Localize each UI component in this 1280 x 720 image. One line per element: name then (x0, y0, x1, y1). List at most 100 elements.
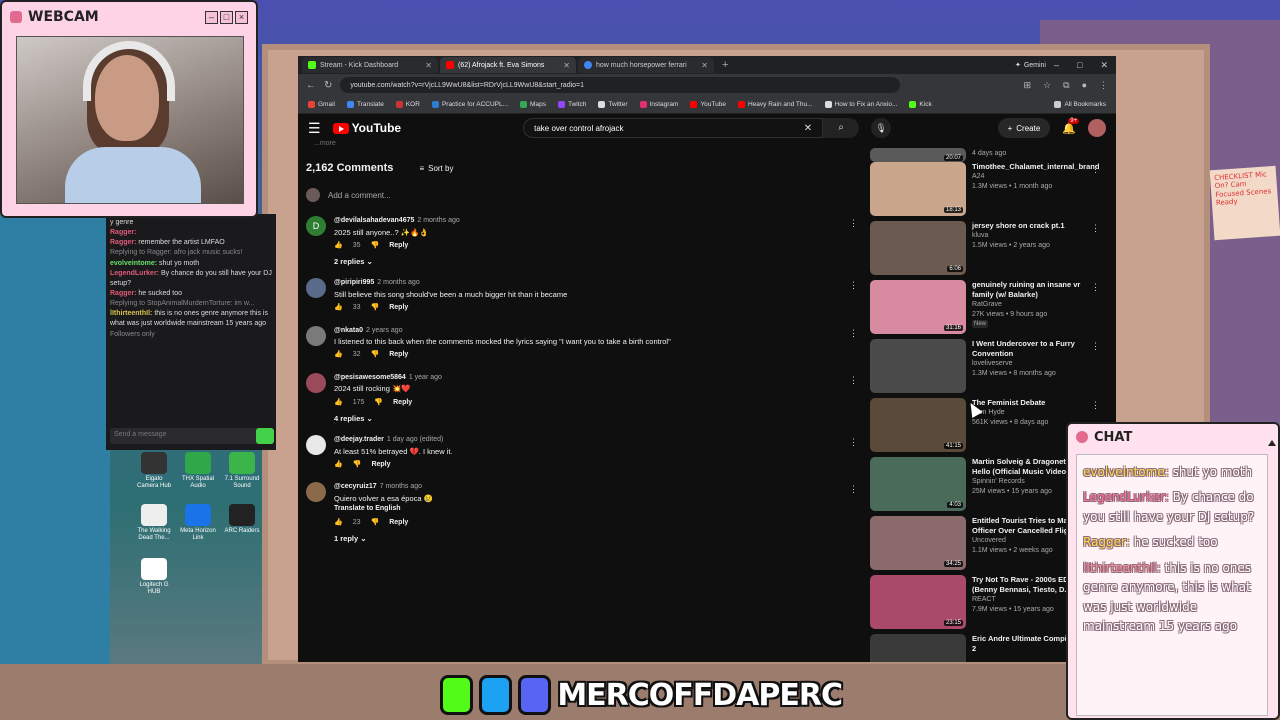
comment-menu-icon[interactable]: ⋮ (849, 437, 858, 448)
tab-close-icon[interactable]: ✕ (563, 61, 570, 70)
rec-thumbnail[interactable] (870, 339, 966, 393)
rec-menu-icon[interactable]: ⋮ (1091, 282, 1100, 293)
install-icon[interactable]: ⊞ (1024, 80, 1032, 91)
rec-title[interactable]: The Feminist Debate (972, 398, 1090, 408)
reply-button[interactable]: Reply (389, 518, 408, 529)
translate-link[interactable]: Translate to English (334, 504, 433, 515)
comment-avatar[interactable]: D (306, 216, 326, 236)
bookmark[interactable]: Heavy Rain and Thu... (737, 101, 813, 108)
comment-time[interactable]: 7 months ago (380, 483, 422, 490)
reload-icon[interactable]: ↻ (324, 80, 332, 91)
avatar[interactable] (1088, 119, 1106, 137)
dislike-icon[interactable]: 👎 (371, 303, 380, 314)
tab-kick-dashboard[interactable]: Stream - Kick Dashboard ✕ (302, 57, 438, 73)
bookmark[interactable]: Kick (909, 101, 932, 108)
dislike-icon[interactable]: 👎 (374, 398, 383, 409)
view-replies-button[interactable]: 4 replies ⌄ (334, 414, 858, 423)
description-more-link[interactable]: ...more (314, 140, 336, 147)
minimize-button[interactable]: – (1054, 60, 1059, 71)
desktop-icon[interactable]: Elgato Camera Hub (134, 452, 174, 490)
close-button[interactable]: ✕ (1100, 60, 1108, 71)
desktop-icon[interactable]: ARC Raiders (222, 504, 262, 535)
rec-channel[interactable]: Sam Hyde (972, 408, 1090, 417)
rec-title[interactable]: Timothee_Chalamet_internal_brand_marketi… (972, 162, 1100, 172)
desktop-icon[interactable]: Meta Horizon Link (178, 504, 218, 542)
comment-time[interactable]: 2 months ago (377, 279, 419, 286)
rec-channel[interactable]: kluva (972, 231, 1090, 240)
bookmark[interactable]: YouTube (690, 101, 726, 108)
bookmark[interactable]: Translate (346, 101, 384, 108)
like-icon[interactable]: 👍 (334, 350, 343, 361)
desktop-icon[interactable]: 7.1 Surround Sound (222, 452, 262, 490)
comment-author[interactable]: @devilalsahadevan4675 (334, 217, 414, 224)
comment-menu-icon[interactable]: ⋮ (849, 484, 858, 495)
microphone-icon[interactable]: 🎙 (871, 118, 892, 138)
youtube-logo[interactable]: YouTube (332, 121, 401, 135)
like-icon[interactable]: 👍 (334, 398, 343, 409)
rec-thumbnail[interactable]: 20:07 (870, 148, 966, 162)
reply-button[interactable]: Reply (393, 398, 412, 409)
comment-time[interactable]: 1 year ago (409, 374, 442, 381)
rec-title[interactable]: jersey shore on crack pt.1 (972, 221, 1090, 231)
rec-menu-icon[interactable]: ⋮ (1091, 400, 1100, 411)
rec-thumbnail[interactable]: 6:06 (870, 221, 966, 275)
like-icon[interactable]: 👍 (334, 460, 343, 471)
profile-icon[interactable]: ● (1082, 80, 1087, 91)
rec-menu-icon[interactable]: ⋮ (1091, 164, 1100, 175)
clear-icon[interactable]: ✕ (804, 123, 812, 134)
rec-menu-icon[interactable]: ⋮ (1091, 223, 1100, 234)
desktop-icon[interactable]: The Walking Dead The... (134, 504, 174, 542)
rec-channel[interactable]: loveliveserve (972, 359, 1090, 368)
new-tab-button[interactable]: + (716, 59, 734, 71)
comment-time[interactable]: 2 years ago (366, 327, 403, 334)
dislike-icon[interactable]: 👎 (371, 518, 380, 529)
star-icon[interactable]: ☆ (1043, 80, 1051, 91)
bookmark[interactable]: Twitch (557, 101, 586, 108)
view-replies-button[interactable]: 1 reply ⌄ (334, 534, 858, 543)
rec-thumbnail[interactable] (870, 634, 966, 662)
comment-author[interactable]: @deejay.trader (334, 436, 384, 443)
sort-button[interactable]: ≡ Sort by (419, 164, 453, 173)
add-comment-field[interactable]: Add a comment... (306, 188, 858, 202)
search-button[interactable]: ⌕ (823, 118, 860, 138)
comment-time[interactable]: 1 day ago (edited) (387, 436, 443, 443)
tab-close-icon[interactable]: ✕ (425, 61, 432, 70)
rec-item[interactable]: 31:16 genuinely ruining an insane vr fam… (870, 280, 1100, 339)
maximize-button[interactable]: □ (1077, 60, 1082, 71)
bookmark[interactable]: Practice for ACCUPL... (431, 101, 508, 108)
comment-avatar[interactable] (306, 372, 326, 393)
rec-channel[interactable]: RatGrave (972, 300, 1090, 309)
dislike-icon[interactable]: 👎 (353, 460, 362, 471)
like-icon[interactable]: 👍 (334, 303, 343, 314)
comment-author[interactable]: @nkata0 (334, 327, 363, 334)
bookmark[interactable]: KOR (395, 101, 420, 108)
dislike-icon[interactable]: 👎 (371, 241, 380, 252)
bookmark[interactable]: Gmail (308, 101, 335, 108)
bookmark[interactable]: Instagram (639, 101, 678, 108)
reply-button[interactable]: Reply (389, 350, 408, 361)
comment-menu-icon[interactable]: ⋮ (849, 375, 858, 386)
rec-item-partial[interactable]: 20:07 4 days ago (870, 148, 1100, 162)
notifications-icon[interactable]: 🔔 9+ (1062, 117, 1080, 135)
comment-author[interactable]: @pesisawesome5864 (334, 374, 406, 381)
like-icon[interactable]: 👍 (334, 241, 343, 252)
rec-channel[interactable]: A24 (972, 172, 1090, 181)
bookmark[interactable]: How to Fix an Anxio... (824, 101, 897, 108)
rec-title[interactable]: I Went Undercover to a Furry Convention (972, 339, 1090, 359)
rec-thumbnail[interactable]: 31:16 (870, 280, 966, 334)
search-input[interactable]: take over control afrojack ✕ (523, 118, 824, 138)
reply-button[interactable]: Reply (389, 241, 408, 252)
comment-author[interactable]: @piripiri995 (334, 279, 374, 286)
like-icon[interactable]: 👍 (334, 518, 343, 529)
view-replies-button[interactable]: 2 replies ⌄ (334, 257, 858, 266)
rec-item[interactable]: 6:06 jersey shore on crack pt.1 kluva 1.5M… (870, 221, 1100, 280)
send-message-input[interactable]: Send a message (110, 428, 260, 444)
rec-thumbnail[interactable]: 18:13 (870, 162, 966, 216)
bookmark[interactable]: Twitter (598, 101, 628, 108)
chat-send-button[interactable] (256, 428, 274, 444)
desktop-icon[interactable]: THX Spatial Audio (178, 452, 218, 490)
gemini-button[interactable]: ✦ Gemini (1015, 61, 1052, 70)
rec-thumbnail[interactable]: 23:15 (870, 575, 966, 629)
reply-button[interactable]: Reply (389, 303, 408, 314)
rec-item[interactable]: 18:13 Timothee_Chalamet_internal_brand_m… (870, 162, 1100, 221)
